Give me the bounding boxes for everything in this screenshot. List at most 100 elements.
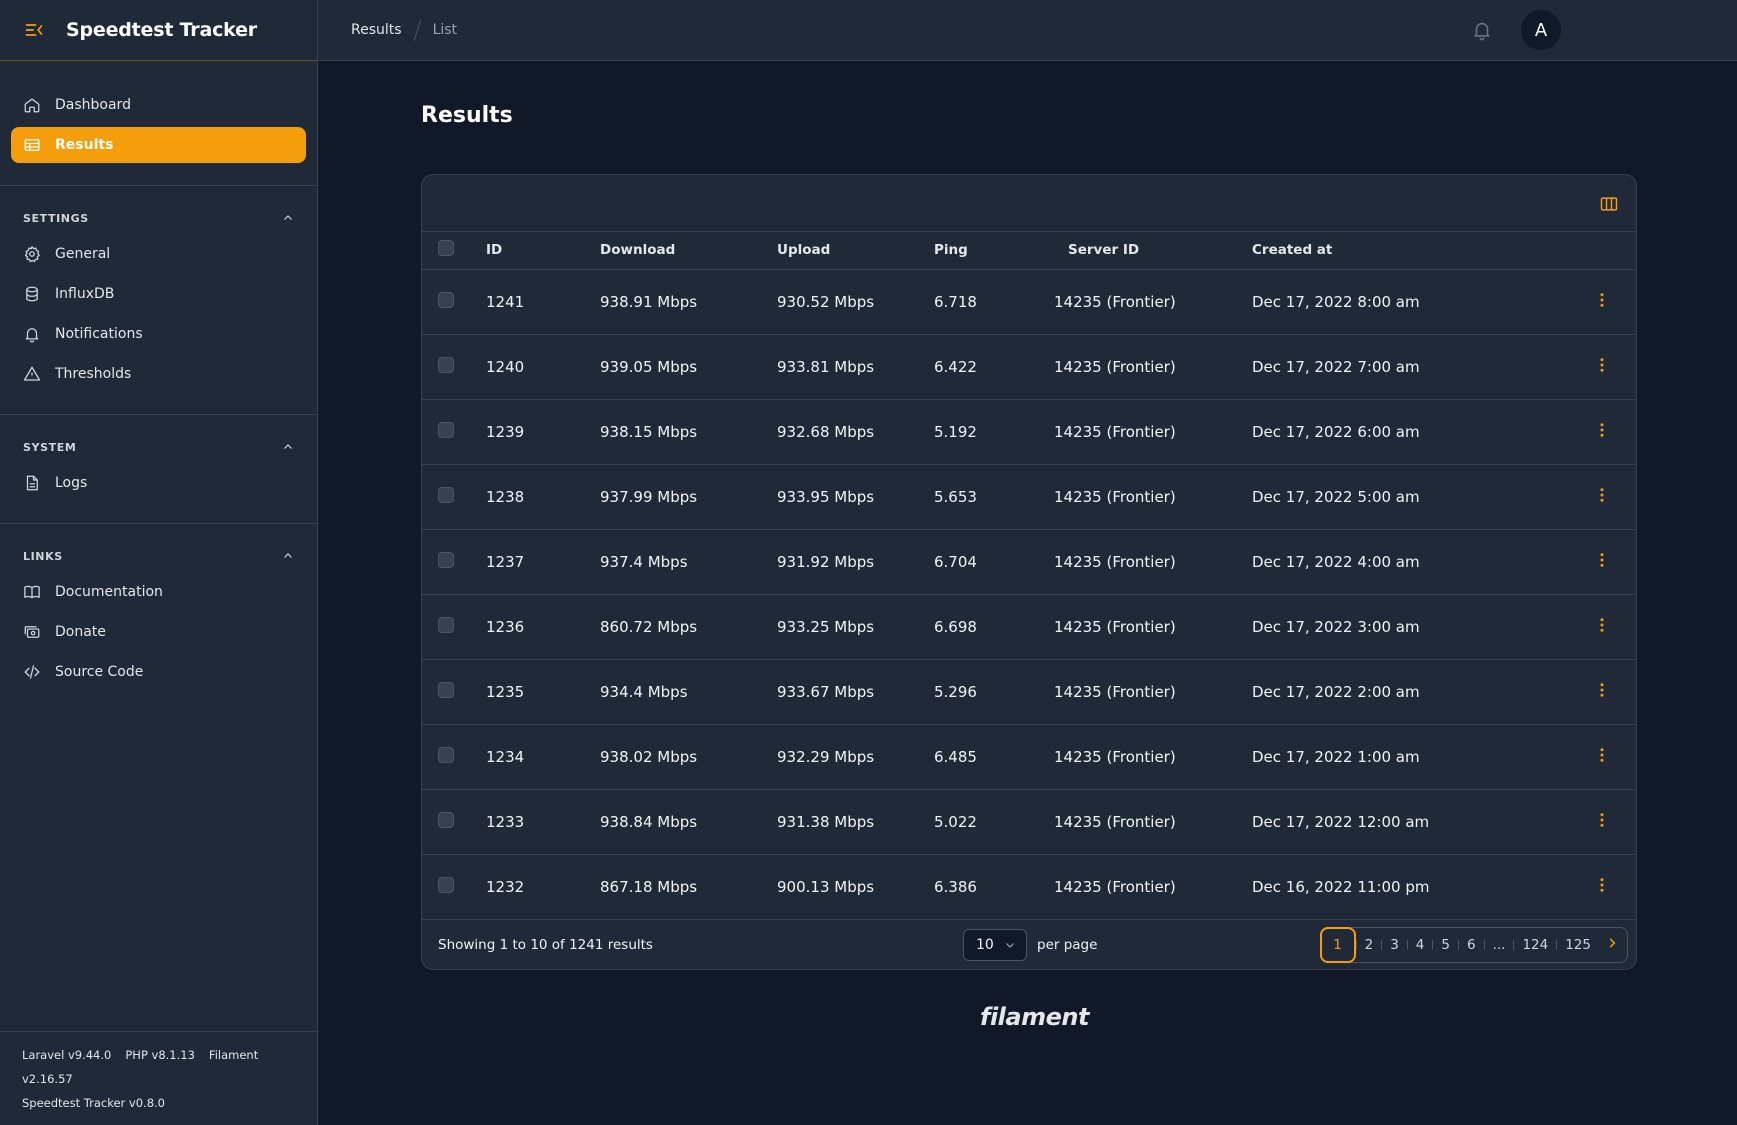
row-checkbox[interactable] [438,681,454,698]
row-checkbox[interactable] [438,551,454,568]
chevron-up-icon[interactable] [282,550,294,562]
settings-group: SETTINGS General InfluxDB Notifications … [0,185,317,392]
column-header-created[interactable]: Created at [1251,232,1581,269]
table-row[interactable]: 1241 938.91 Mbps 930.52 Mbps 6.718 14235 (Fr… [422,269,1636,334]
chevron-up-icon[interactable] [282,441,294,453]
table-row[interactable]: 1237 937.4 Mbps 931.92 Mbps 6.704 14235 (Fro… [422,529,1636,594]
per-page-select[interactable]: 10 [963,928,1027,961]
cell-id: 1241 [486,292,525,311]
nav-item-donate[interactable]: Donate [11,614,306,650]
column-toggle-icon[interactable] [1599,194,1619,214]
row-actions-icon[interactable] [1593,421,1611,439]
page-button[interactable]: 3 [1382,937,1407,953]
cell-upload: 931.92 Mbps [777,552,875,571]
row-checkbox[interactable] [438,356,454,373]
cell-created-at: Dec 17, 2022 6:00 am [1252,422,1420,441]
row-actions-icon[interactable] [1593,356,1611,374]
cell-id: 1240 [486,357,525,376]
filament-logo: filament [980,1003,1089,1031]
cell-download: 860.72 Mbps [600,617,698,636]
table-cell [422,464,486,529]
table-cell [422,529,486,594]
table-row[interactable]: 1239 938.15 Mbps 932.68 Mbps 5.192 14235 (Fr… [422,399,1636,464]
nav-item-logs[interactable]: Logs [11,465,306,501]
nav-item-results[interactable]: Results [11,127,306,163]
table-row[interactable]: 1233 938.84 Mbps 931.38 Mbps 5.022 14235 (Fr… [422,789,1636,854]
cell-ping: 6.704 [934,552,977,571]
chevron-down-icon [1006,942,1014,948]
nav-item-general[interactable]: General [11,236,306,272]
table-row[interactable]: 1236 860.72 Mbps 933.25 Mbps 6.698 14235 (Fr… [422,594,1636,659]
row-actions-icon[interactable] [1593,876,1611,894]
table-cell [422,594,486,659]
cell-created-at: Dec 17, 2022 8:00 am [1252,292,1420,311]
nav-item-label: Donate [55,624,106,640]
chevron-up-icon[interactable] [282,212,294,224]
cash-icon [24,626,40,638]
row-actions-icon[interactable] [1593,746,1611,764]
table-cell [422,659,486,724]
cell-server-id: 14235 (Frontier) [1054,422,1176,441]
table-row[interactable]: 1234 938.02 Mbps 932.29 Mbps 6.485 14235 (Fr… [422,724,1636,789]
cell-ping: 5.296 [934,682,977,701]
row-checkbox[interactable] [438,486,454,503]
column-header-id[interactable]: ID [486,232,598,269]
notifications-bell-icon[interactable] [1471,19,1493,41]
row-actions-icon[interactable] [1593,291,1611,309]
row-checkbox[interactable] [438,746,454,763]
chevron-right-icon [1609,937,1616,948]
row-actions-icon[interactable] [1593,811,1611,829]
cell-ping: 5.192 [934,422,977,441]
row-actions-icon[interactable] [1593,616,1611,634]
table-footer: Showing 1 to 10 of 1241 results 10 per p… [422,920,1636,970]
row-checkbox[interactable] [438,616,454,633]
main-nav: Dashboard Results [0,61,317,163]
cell-id: 1238 [486,487,525,506]
column-header-ping[interactable]: Ping [927,232,1054,269]
row-checkbox[interactable] [438,421,454,438]
nav-item-label: InfluxDB [55,286,115,302]
page-button[interactable]: 5 [1433,937,1458,953]
table-row[interactable]: 1240 939.05 Mbps 933.81 Mbps 6.422 14235 (Fr… [422,334,1636,399]
row-checkbox[interactable] [438,291,454,308]
column-header-upload[interactable]: Upload [762,232,927,269]
row-checkbox[interactable] [438,811,454,828]
column-header-server[interactable]: Server ID [1054,232,1251,269]
row-actions-icon[interactable] [1593,486,1611,504]
user-avatar[interactable]: A [1521,10,1561,50]
column-header-download[interactable]: Download [598,232,762,269]
nav-item-source-code[interactable]: Source Code [11,654,306,690]
page-button[interactable]: 4 [1408,937,1433,953]
breadcrumb-results[interactable]: Results [351,22,402,38]
table-row[interactable]: 1232 867.18 Mbps 900.13 Mbps 6.386 14235 (Fr… [422,854,1636,919]
row-actions-icon[interactable] [1593,551,1611,569]
nav-item-notifications[interactable]: Notifications [11,316,306,352]
links-group-header[interactable]: LINKS [11,546,306,566]
nav-item-label: Logs [55,475,88,491]
page-button[interactable]: 125 [1557,937,1599,953]
next-page-button[interactable] [1605,936,1619,954]
cell-server-id: 14235 (Frontier) [1054,357,1176,376]
cell-download: 938.15 Mbps [600,422,698,441]
results-table: ID Download Upload Ping Server ID Create… [422,232,1636,920]
nav-item-documentation[interactable]: Documentation [11,574,306,610]
code-icon [24,665,40,679]
table-row[interactable]: 1235 934.4 Mbps 933.67 Mbps 5.296 14235 (Fro… [422,659,1636,724]
page-button[interactable]: 124 [1514,937,1556,953]
table-row[interactable]: 1238 937.99 Mbps 933.95 Mbps 5.653 14235 (Fr… [422,464,1636,529]
row-checkbox[interactable] [438,876,454,893]
page-button[interactable]: 2 [1357,937,1382,953]
menu-collapse-icon[interactable] [24,20,44,40]
nav-item-dashboard[interactable]: Dashboard [11,87,306,123]
page-button[interactable]: 1 [1319,926,1356,963]
table-cell [1581,724,1636,789]
cog-icon [24,245,40,263]
nav-item-influxdb[interactable]: InfluxDB [11,276,306,312]
system-group-header[interactable]: SYSTEM [11,437,306,457]
row-actions-icon[interactable] [1593,681,1611,699]
settings-group-header[interactable]: SETTINGS [11,208,306,228]
results-table-card: ID Download Upload Ping Server ID Create… [421,174,1637,970]
nav-item-thresholds[interactable]: Thresholds [11,356,306,392]
select-all-checkbox[interactable] [438,240,454,257]
page-button[interactable]: 6 [1459,937,1484,953]
